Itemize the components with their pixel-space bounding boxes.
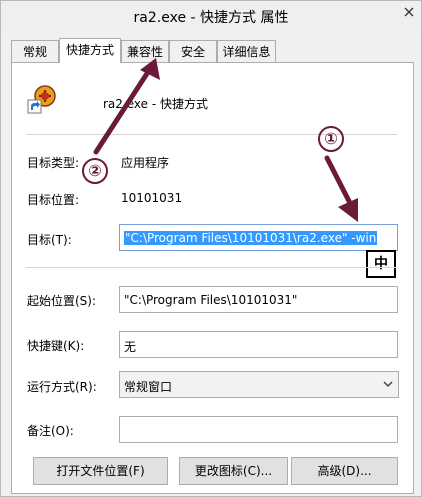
advanced-button[interactable]: 高级(D)... [291,457,398,485]
title-bar: ra2.exe - 快捷方式 属性 [1,1,421,31]
shortcut-key-input[interactable]: 无 [119,331,398,358]
annotation-marker-1: ① [318,126,344,152]
target-input[interactable]: "C:\Program Files\10101031\ra2.exe" -win [119,224,398,251]
change-icon-button[interactable]: 更改图标(C)... [179,457,288,485]
shortcut-key-label: 快捷键(K): [27,339,85,353]
tab-compatibility[interactable]: 兼容性 [121,40,169,62]
target-input-value: "C:\Program Files\10101031\ra2.exe" -win [124,231,378,245]
window-title: ra2.exe - 快捷方式 属性 [133,10,289,26]
tab-details[interactable]: 详细信息 [217,40,276,62]
tab-general[interactable]: 常规 [11,40,59,62]
target-label: 目标(T): [27,233,72,247]
shortcut-key-value: 无 [124,340,137,354]
comment-input[interactable] [119,416,398,443]
target-type-value: 应用程序 [121,156,170,170]
start-in-value: "C:\Program Files\10101031" [124,293,298,307]
comment-label: 备注(O): [27,424,74,438]
tab-shortcut[interactable]: 快捷方式 [59,38,121,63]
ime-indicator: 中 [366,250,396,278]
properties-dialog: ra2.exe - 快捷方式 属性 常规 快捷方式 兼容性 安全 详细信息 ra… [0,0,422,497]
target-location-value: 10101031 [121,191,183,205]
start-in-label: 起始位置(S): [27,294,97,308]
run-label: 运行方式(R): [27,380,97,394]
target-type-label: 目标类型: [27,156,80,170]
start-in-input[interactable]: "C:\Program Files\10101031" [119,286,398,313]
target-location-label: 目标位置: [27,193,80,207]
run-select[interactable]: 常规窗口 [119,371,399,398]
close-button[interactable] [397,1,421,23]
annotation-marker-2: ② [82,158,108,184]
close-icon [404,7,414,17]
shortcut-name: ra2.exe - 快捷方式 [103,97,208,111]
divider [26,267,397,268]
open-file-location-button[interactable]: 打开文件位置(F) [33,457,168,485]
run-select-value: 常规窗口 [124,380,173,394]
chevron-down-icon [383,381,393,388]
app-icon [27,83,59,115]
tab-security[interactable]: 安全 [169,40,217,62]
